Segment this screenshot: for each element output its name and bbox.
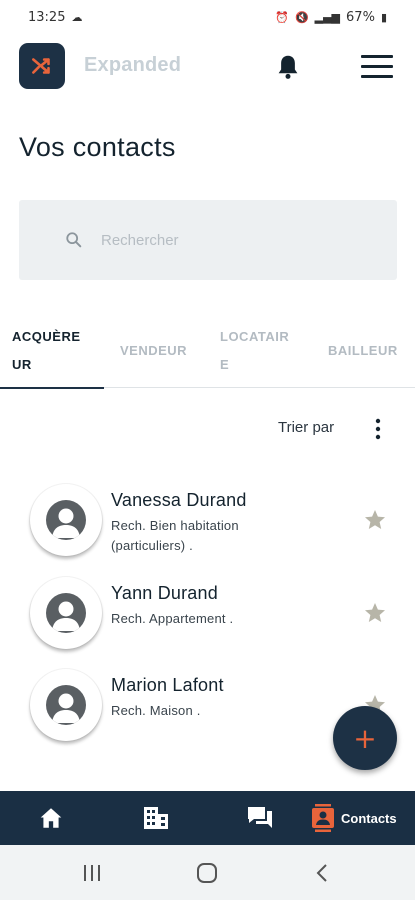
nav-contacts[interactable]: Contacts — [311, 803, 397, 833]
tab-label-line2: E — [220, 357, 230, 372]
nav-home[interactable] — [38, 803, 64, 833]
avatar — [30, 484, 102, 556]
app-title: Expanded — [84, 54, 182, 76]
contact-description: Rech. Maison . — [111, 703, 201, 718]
contacts-icon — [312, 804, 334, 832]
status-battery: 67% — [346, 9, 375, 25]
bottom-nav: Contacts — [0, 791, 415, 845]
recent-apps-icon[interactable] — [80, 861, 104, 885]
avatar — [30, 669, 102, 741]
tab-label-line1: LOCATAIR — [220, 329, 290, 344]
alarm-icon: ⏰ — [275, 10, 289, 24]
tab-label-line1: VENDEUR — [120, 343, 188, 358]
avatar — [30, 577, 102, 649]
tab-vendeur[interactable]: VENDEUR — [104, 314, 204, 388]
tab-locataire[interactable]: LOCATAIR E — [204, 314, 308, 388]
contact-name: Vanessa Durand — [111, 490, 247, 510]
more-vert-icon[interactable] — [368, 418, 388, 440]
tab-label-line1: BAILLEUR — [328, 343, 398, 358]
contact-name: Yann Durand — [111, 583, 218, 603]
system-navigation-bar — [0, 845, 415, 900]
app-logo[interactable] — [19, 43, 65, 89]
sort-button[interactable]: Trier par — [278, 419, 334, 436]
contact-name: Marion Lafont — [111, 675, 224, 695]
person-icon — [52, 508, 80, 538]
battery-icon: ▮ — [380, 10, 387, 24]
tab-label-line1: ACQUÈRE — [12, 329, 81, 344]
back-icon[interactable] — [311, 861, 335, 885]
add-contact-button[interactable]: + — [333, 706, 397, 770]
tab-label-line2: UR — [12, 357, 32, 372]
chat-icon — [248, 807, 272, 828]
search-icon — [66, 232, 82, 248]
building-icon — [144, 807, 168, 829]
person-icon — [52, 601, 80, 631]
contact-list-item[interactable]: Yann Durand Rech. Appartement . — [0, 577, 415, 657]
screen: 13:25 ☁ ⏰ 🔇 ▂▄▆ 67% ▮ Expanded Vos conta… — [0, 0, 415, 900]
app-bar: Expanded — [0, 42, 415, 94]
status-time: 13:25 — [28, 9, 66, 25]
plus-icon: + — [353, 721, 377, 755]
contact-list-item[interactable]: Vanessa Durand Rech. Bien habitation (pa… — [0, 484, 415, 564]
status-bar: 13:25 ☁ ⏰ 🔇 ▂▄▆ 67% ▮ — [0, 0, 415, 34]
search-bar[interactable] — [19, 200, 397, 280]
nav-messages[interactable] — [246, 803, 274, 833]
nav-contacts-label: Contacts — [341, 810, 397, 826]
tab-bailleur[interactable]: BAILLEUR — [308, 314, 415, 388]
hamburger-menu-icon[interactable] — [361, 54, 393, 80]
status-right: ⏰ 🔇 ▂▄▆ 67% ▮ — [275, 10, 387, 25]
person-icon — [52, 693, 80, 723]
tab-acquereur[interactable]: ACQUÈRE UR — [0, 314, 104, 389]
home-button-icon[interactable] — [195, 861, 219, 885]
nav-properties[interactable] — [142, 803, 170, 833]
signal-icon: ▂▄▆ — [314, 10, 341, 24]
contact-description: Rech. Appartement . — [111, 611, 234, 626]
page-title: Vos contacts — [19, 132, 176, 162]
cloud-icon: ☁ — [71, 10, 83, 24]
contact-description: Rech. Bien habitation (particuliers) . — [111, 518, 239, 553]
shuffle-icon — [32, 58, 50, 74]
home-icon — [40, 808, 62, 828]
mute-icon: 🔇 — [294, 10, 309, 24]
tabs: ACQUÈRE UR VENDEUR LOCATAIR E BAILLEUR — [0, 314, 415, 389]
bell-icon[interactable] — [273, 52, 303, 82]
search-input[interactable] — [101, 228, 371, 252]
status-left: 13:25 ☁ — [28, 10, 82, 25]
star-icon[interactable] — [363, 508, 387, 532]
star-icon[interactable] — [363, 601, 387, 625]
